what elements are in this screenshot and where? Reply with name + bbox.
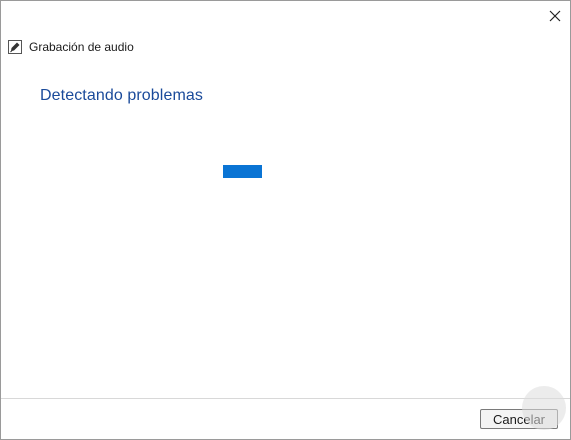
troubleshooter-window: Grabación de audio Detectando problemas …	[0, 0, 571, 440]
microphone-icon	[8, 40, 22, 54]
window-title: Grabación de audio	[29, 40, 134, 54]
progress-indicator	[223, 165, 262, 178]
window-title-bar: Grabación de audio	[8, 37, 134, 57]
dialog-footer: Cancelar	[1, 398, 570, 439]
close-button[interactable]	[539, 3, 570, 29]
close-icon	[549, 10, 561, 22]
cancel-button[interactable]: Cancelar	[480, 409, 558, 429]
page-heading: Detectando problemas	[40, 87, 203, 104]
